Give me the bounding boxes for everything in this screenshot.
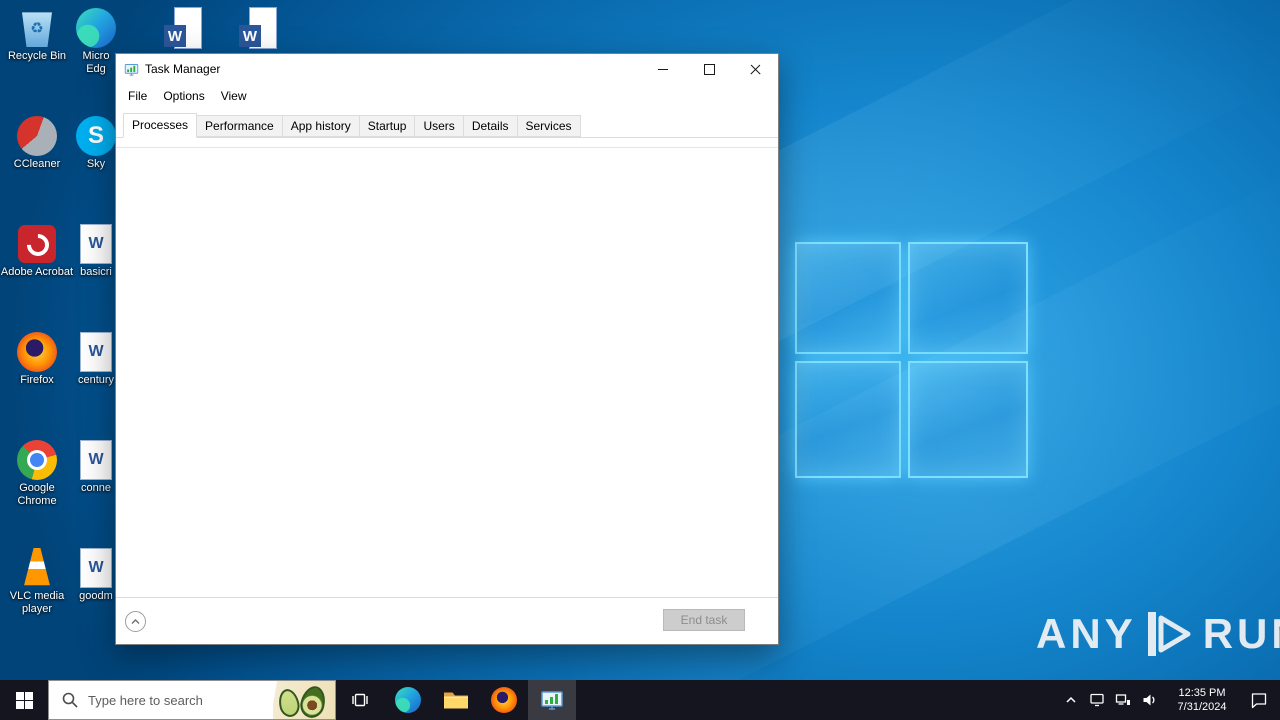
taskbar-task-manager-button[interactable]: [528, 680, 576, 720]
column-header-row: [116, 138, 778, 148]
screen: ANY RUN ♻ Recycle Bin CCleaner Adobe Acr…: [0, 0, 1280, 720]
minimize-icon: [658, 68, 668, 70]
footer-bar: End task: [116, 597, 778, 644]
chrome-icon: [17, 440, 57, 480]
word-app-icon: W: [164, 6, 204, 50]
word-doc-icon: W: [80, 548, 112, 588]
taskbar-edge-button[interactable]: [384, 680, 432, 720]
search-daily-image[interactable]: [273, 681, 335, 719]
clock-date: 7/31/2024: [1177, 701, 1227, 713]
tab-details[interactable]: Details: [462, 115, 518, 137]
task-manager-titlebar[interactable]: Task Manager: [116, 54, 778, 84]
tray-network-button[interactable]: [1110, 680, 1136, 720]
maximize-icon: [703, 63, 715, 75]
task-view-button[interactable]: [336, 680, 384, 720]
tray-display-button[interactable]: [1084, 680, 1110, 720]
task-manager-icon: [541, 691, 563, 710]
word-doc-icon: W: [80, 224, 112, 264]
skype-icon: S: [76, 116, 116, 156]
tray-volume-button[interactable]: [1136, 680, 1162, 720]
fewer-details-toggle[interactable]: [125, 611, 146, 632]
word-doc-icon: W: [80, 332, 112, 372]
action-center-button[interactable]: [1242, 680, 1276, 720]
recycle-bin-icon: ♻: [22, 12, 52, 47]
watermark-any-text: ANY: [1036, 610, 1137, 657]
word-glyph: W: [88, 343, 104, 360]
desktop-icon-word-doc-2[interactable]: W: [222, 6, 296, 50]
chevron-up-icon: [1066, 696, 1076, 703]
process-list-area: [116, 148, 778, 597]
search-icon: [62, 692, 78, 708]
taskbar: Type here to search 12:35 PM 7/31/2024: [0, 680, 1280, 720]
task-manager-window: Task Manager File Options View Processes…: [115, 53, 779, 645]
taskbar-clock[interactable]: 12:35 PM 7/31/2024: [1162, 686, 1242, 714]
minimize-button[interactable]: [640, 54, 686, 84]
close-icon: [750, 64, 761, 75]
anyrun-watermark: ANY RUN: [1036, 610, 1280, 658]
word-glyph: W: [88, 451, 104, 468]
windows-logo-panel: [795, 242, 901, 354]
file-explorer-icon: [444, 692, 468, 709]
tab-services[interactable]: Services: [516, 115, 581, 137]
tab-processes[interactable]: Processes: [123, 113, 198, 138]
tab-performance[interactable]: Performance: [196, 115, 283, 137]
avocado-icon: [276, 687, 302, 719]
task-view-icon: [352, 693, 368, 707]
desktop-icon-word-doc-1[interactable]: W: [147, 6, 221, 50]
tab-users[interactable]: Users: [414, 115, 464, 137]
hidden-icons-button[interactable]: [1058, 680, 1084, 720]
chevron-up-icon: [131, 619, 140, 624]
menu-file[interactable]: File: [120, 89, 155, 103]
clock-time: 12:35 PM: [1178, 687, 1226, 699]
search-box[interactable]: Type here to search: [48, 680, 336, 720]
avocado-icon: [297, 683, 329, 719]
word-doc-icon: W: [80, 440, 112, 480]
skype-glyph: S: [87, 122, 104, 149]
system-tray: 12:35 PM 7/31/2024: [1058, 680, 1280, 720]
menu-view[interactable]: View: [213, 89, 255, 103]
menu-options[interactable]: Options: [155, 89, 212, 103]
menu-bar: File Options View: [116, 84, 778, 108]
start-button[interactable]: [0, 680, 48, 720]
action-center-icon: [1251, 693, 1267, 709]
tab-strip: Processes Performance App history Startu…: [116, 108, 778, 138]
network-icon: [1115, 694, 1130, 705]
word-glyph: W: [88, 559, 104, 576]
anyrun-play-logo-icon: [1147, 612, 1191, 656]
windows-logo-panel: [795, 361, 901, 478]
vlc-icon: [24, 548, 50, 586]
end-task-button[interactable]: End task: [663, 609, 745, 631]
search-placeholder: Type here to search: [88, 692, 203, 708]
adobe-acrobat-icon: [18, 225, 56, 263]
word-glyph: W: [88, 235, 104, 252]
close-button[interactable]: [732, 54, 778, 84]
windows-start-icon: [15, 691, 33, 709]
windows-logo-wallpaper: [795, 242, 1028, 478]
tab-app-history[interactable]: App history: [281, 115, 360, 137]
edge-icon: [76, 8, 116, 48]
volume-icon: [1143, 694, 1155, 706]
firefox-icon: [491, 687, 517, 713]
display-icon: [1090, 693, 1104, 707]
windows-logo-panel: [908, 242, 1028, 354]
word-app-icon: W: [239, 6, 279, 50]
windows-logo-panel: [908, 361, 1028, 478]
task-manager-app-icon: [124, 62, 139, 77]
ccleaner-icon: [17, 116, 57, 156]
firefox-icon: [17, 332, 57, 372]
watermark-run-text: RUN: [1202, 610, 1280, 657]
word-glyph: W: [239, 25, 261, 47]
maximize-button[interactable]: [686, 54, 732, 84]
tab-startup[interactable]: Startup: [358, 115, 416, 137]
window-title: Task Manager: [145, 62, 221, 76]
window-caption-buttons: [640, 54, 778, 84]
taskbar-file-explorer-button[interactable]: [432, 680, 480, 720]
edge-icon: [395, 687, 421, 713]
recycle-glyph: ♻: [30, 20, 44, 37]
word-glyph: W: [164, 25, 186, 47]
taskbar-firefox-button[interactable]: [480, 680, 528, 720]
